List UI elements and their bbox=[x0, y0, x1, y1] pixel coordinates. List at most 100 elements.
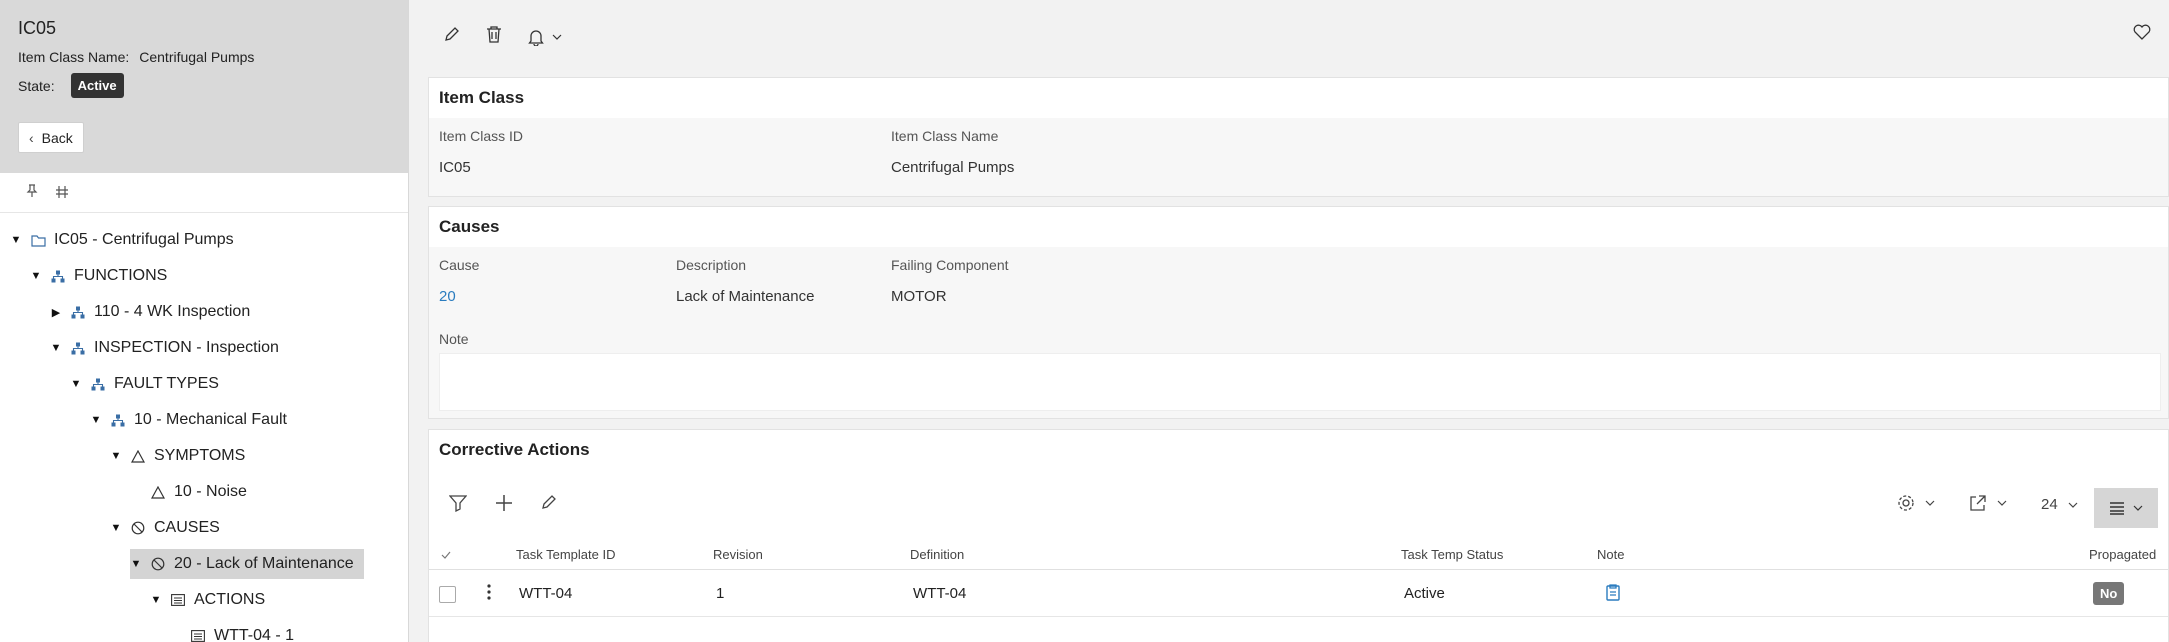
triangle-icon bbox=[150, 484, 166, 500]
tree-node[interactable]: ▼ 20 - Lack of Maintenance bbox=[130, 549, 364, 579]
caret-down-icon[interactable]: ▼ bbox=[90, 414, 102, 426]
page-size-select[interactable]: 24 bbox=[2041, 496, 2078, 513]
navigator-toolbar bbox=[0, 173, 408, 213]
note-label: Note bbox=[439, 331, 469, 347]
corrective-actions-panel: Corrective Actions 24 Task Template ID R… bbox=[428, 429, 2169, 642]
navigator-panel: IC05 Item Class Name: Centrifugal Pumps … bbox=[0, 0, 409, 642]
tree-node[interactable]: ▼ INSPECTION - Inspection bbox=[50, 333, 279, 363]
page-size-value: 24 bbox=[2041, 496, 2058, 513]
hierarchy-icon bbox=[70, 340, 86, 356]
tree-node-label: ACTIONS bbox=[194, 591, 266, 608]
propagated-badge: No bbox=[2093, 582, 2125, 605]
edit-icon[interactable] bbox=[444, 26, 460, 47]
col-task-template-id[interactable]: Task Template ID bbox=[516, 547, 615, 562]
cause-link[interactable]: 20 bbox=[439, 288, 456, 305]
failing-component-label: Failing Component bbox=[891, 257, 1009, 273]
grid-header: Task Template ID Revision Definition Tas… bbox=[429, 540, 2168, 570]
filter-icon[interactable] bbox=[448, 494, 468, 517]
item-class-name-field-value: Centrifugal Pumps bbox=[891, 159, 1015, 176]
tree-node-label: SYMPTOMS bbox=[154, 447, 246, 464]
corrective-actions-toolbar: 24 bbox=[429, 488, 2168, 528]
cause-label: Cause bbox=[439, 257, 480, 273]
tree-node-label: WTT-04 - 1 bbox=[214, 627, 295, 642]
col-definition[interactable]: Definition bbox=[910, 547, 964, 562]
add-icon[interactable] bbox=[495, 494, 513, 517]
cell-status: Active bbox=[1404, 585, 1445, 602]
causes-panel: Causes Cause 20 Description Lack of Main… bbox=[428, 206, 2169, 419]
favorite-heart-icon[interactable] bbox=[2133, 24, 2151, 45]
item-class-name-label: Item Class Name: bbox=[18, 49, 130, 65]
hierarchy-icon bbox=[70, 304, 86, 320]
state-badge: Active bbox=[70, 73, 124, 98]
settings-gear-icon[interactable] bbox=[1897, 494, 1935, 512]
caret-down-icon[interactable]: ▼ bbox=[150, 594, 162, 606]
item-class-id-value: IC05 bbox=[439, 159, 471, 176]
note-document-icon[interactable] bbox=[1606, 584, 1620, 605]
select-all-checkmark-icon[interactable] bbox=[441, 547, 451, 562]
caret-down-icon[interactable]: ▼ bbox=[10, 234, 22, 246]
chevron-down-icon bbox=[552, 34, 562, 40]
list-icon bbox=[170, 592, 186, 608]
hierarchy-toggle-icon[interactable] bbox=[56, 185, 68, 201]
hierarchy-icon bbox=[110, 412, 126, 428]
item-class-panel: Item Class Item Class ID IC05 Item Class… bbox=[428, 77, 2169, 197]
table-row[interactable]: WTT-04 1 WTT-04 Active No bbox=[429, 571, 2168, 617]
chevron-left-icon: ‹ bbox=[29, 129, 34, 146]
tree-node[interactable]: ▶ 110 - 4 WK Inspection bbox=[50, 297, 250, 327]
view-mode-button[interactable] bbox=[2094, 488, 2158, 528]
export-icon[interactable] bbox=[1969, 494, 2007, 512]
col-note[interactable]: Note bbox=[1597, 547, 1624, 562]
item-class-fields: Item Class ID IC05 Item Class Name Centr… bbox=[429, 118, 2168, 196]
tree-node-label: CAUSES bbox=[154, 519, 220, 536]
tree-node[interactable]: 10 - Noise bbox=[130, 477, 247, 507]
tree-node[interactable]: WTT-04 - 1 bbox=[170, 621, 294, 642]
folder-icon bbox=[30, 232, 46, 248]
causes-fields: Cause 20 Description Lack of Maintenance… bbox=[429, 247, 2168, 418]
caret-down-icon[interactable]: ▼ bbox=[70, 378, 82, 390]
tree-node-label: 10 - Mechanical Fault bbox=[134, 411, 287, 428]
tree-node[interactable]: ▼ CAUSES bbox=[110, 513, 220, 543]
list-view-icon bbox=[2110, 502, 2124, 515]
caret-down-icon[interactable]: ▼ bbox=[110, 522, 122, 534]
list-icon bbox=[190, 628, 206, 642]
hierarchy-icon bbox=[90, 376, 106, 392]
chevron-down-icon bbox=[2068, 502, 2078, 508]
row-menu-icon[interactable] bbox=[487, 584, 491, 604]
record-header: IC05 Item Class Name: Centrifugal Pumps … bbox=[0, 0, 408, 173]
col-propagated[interactable]: Propagated bbox=[2089, 547, 2156, 562]
tree-node[interactable]: ▼ 10 - Mechanical Fault bbox=[90, 405, 287, 435]
caret-down-icon[interactable]: ▼ bbox=[30, 270, 42, 282]
tree-node[interactable]: ▼ IC05 - Centrifugal Pumps bbox=[10, 225, 234, 255]
edit-row-icon[interactable] bbox=[541, 494, 557, 515]
caret-down-icon[interactable]: ▼ bbox=[50, 342, 62, 354]
tree-node-label: FAULT TYPES bbox=[114, 375, 219, 392]
back-button[interactable]: ‹ Back bbox=[18, 122, 84, 153]
notification-bell-icon[interactable] bbox=[528, 28, 562, 46]
pin-icon[interactable] bbox=[26, 184, 38, 201]
chevron-down-icon bbox=[1925, 500, 1935, 506]
caret-down-icon[interactable]: ▼ bbox=[110, 450, 122, 462]
no-entry-icon bbox=[150, 556, 166, 572]
cell-task-template-id: WTT-04 bbox=[519, 585, 573, 602]
tree-node-label: 20 - Lack of Maintenance bbox=[174, 555, 354, 572]
col-task-temp-status[interactable]: Task Temp Status bbox=[1401, 547, 1503, 562]
tree-node-label: 110 - 4 WK Inspection bbox=[94, 303, 251, 320]
delete-icon[interactable] bbox=[486, 25, 502, 48]
causes-title: Causes bbox=[439, 217, 500, 236]
item-class-name-row: Item Class Name: Centrifugal Pumps bbox=[18, 49, 390, 65]
state-label: State: bbox=[18, 77, 55, 94]
tree-node-label: FUNCTIONS bbox=[74, 267, 168, 284]
record-toolbar bbox=[444, 25, 562, 48]
chevron-down-icon bbox=[2133, 505, 2143, 511]
description-label: Description bbox=[676, 257, 747, 273]
tree-node[interactable]: ▼ FAULT TYPES bbox=[70, 369, 219, 399]
tree-node[interactable]: ▼ SYMPTOMS bbox=[110, 441, 246, 471]
record-title: IC05 bbox=[18, 18, 57, 38]
tree-node[interactable]: ▼ FUNCTIONS bbox=[30, 261, 168, 291]
caret-down-icon[interactable]: ▼ bbox=[130, 558, 142, 570]
row-checkbox[interactable] bbox=[439, 586, 456, 603]
tree-node[interactable]: ▼ ACTIONS bbox=[150, 585, 266, 615]
note-field[interactable] bbox=[439, 353, 2161, 411]
col-revision[interactable]: Revision bbox=[713, 547, 763, 562]
caret-right-icon[interactable]: ▶ bbox=[50, 306, 62, 319]
